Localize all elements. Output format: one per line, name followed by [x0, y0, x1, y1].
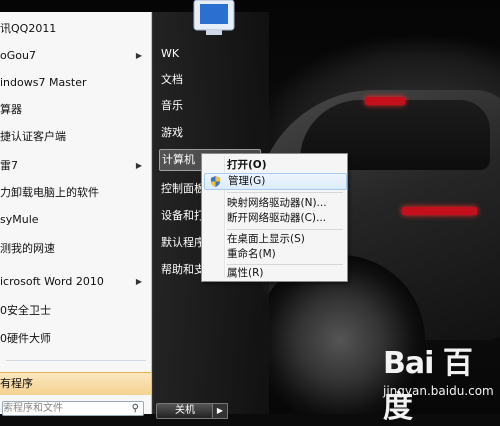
car-tail-light — [402, 207, 477, 215]
watermark-url: jingyan.baidu.com — [383, 384, 494, 398]
start-menu-programs-pane: 讯QQ2011 oGou7 ▶ indows7 Master 算器 捷认证客户端 … — [0, 12, 152, 414]
program-item-uninstaller[interactable]: 力卸载电脑上的软件 — [0, 182, 151, 204]
menu-item-open[interactable]: 打开(O) — [204, 157, 345, 174]
divider — [6, 360, 146, 361]
program-item-calculator[interactable]: 算器 — [0, 99, 151, 121]
shield-icon — [210, 176, 221, 187]
places-item-documents[interactable]: 文档 — [161, 70, 271, 90]
menu-item-rename[interactable]: 重命名(M) — [204, 246, 345, 263]
menu-item-properties[interactable]: 属性(R) — [204, 265, 345, 282]
program-item-win7master[interactable]: indows7 Master — [0, 72, 151, 94]
places-item-games[interactable]: 游戏 — [161, 123, 271, 143]
menu-divider — [227, 192, 343, 193]
program-item-360-hardware[interactable]: 0硬件大师 — [0, 328, 151, 350]
submenu-arrow-icon: ▶ — [135, 277, 142, 286]
places-item-music[interactable]: 音乐 — [161, 96, 271, 116]
submenu-arrow-icon: ▶ — [135, 161, 142, 170]
submenu-arrow-icon: ▶ — [135, 51, 142, 60]
shutdown-button[interactable]: 关机 — [156, 403, 214, 419]
computer-context-menu: 打开(O) 管理(G) 映射网络驱动器(N)... 断开网络驱动器(C)... … — [201, 153, 348, 282]
baidu-logo: Bai 百度 — [383, 346, 473, 425]
all-programs-button[interactable]: 有程序 — [0, 372, 151, 395]
program-item-sogou[interactable]: oGou7 ▶ — [0, 45, 151, 67]
car-light — [365, 97, 405, 105]
search-icon: ⚲ — [131, 403, 139, 414]
program-item-qq[interactable]: 讯QQ2011 — [0, 18, 151, 40]
program-item-auth-client[interactable]: 捷认证客户端 — [0, 126, 151, 148]
program-item-xunlei[interactable]: 雷7 ▶ — [0, 155, 151, 177]
program-item-word2010[interactable]: icrosoft Word 2010 ▶ — [0, 271, 151, 293]
program-item-easymule[interactable]: syMule — [0, 209, 151, 231]
program-item-360-safe[interactable]: 0安全卫士 — [0, 300, 151, 322]
menu-divider — [227, 229, 343, 230]
user-picture-icon[interactable] — [188, 0, 240, 38]
baidu-watermark: Bai 百度 jingyan.baidu.com — [383, 338, 500, 426]
program-item-speedtest[interactable]: 测我的网速 — [0, 238, 151, 260]
menu-item-manage[interactable]: 管理(G) — [204, 173, 347, 190]
places-item-user[interactable]: WK — [161, 44, 271, 64]
shutdown-options-button[interactable]: ▶ — [212, 403, 228, 419]
menu-item-disconnect-drive[interactable]: 断开网络驱动器(C)... — [204, 210, 345, 227]
